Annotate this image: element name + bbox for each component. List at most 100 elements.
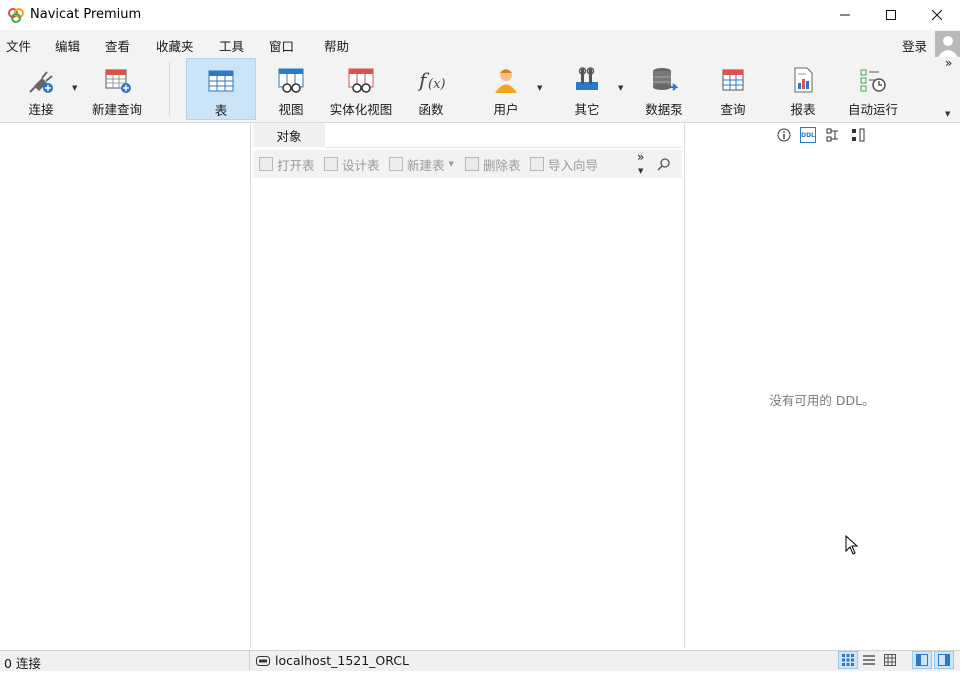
- object-toolbar-overflow-button[interactable]: »: [637, 150, 644, 164]
- status-bar: [0, 650, 960, 671]
- toolbar-connect-label: 连接: [28, 102, 54, 117]
- toolbar-function[interactable]: f (x) 函数: [406, 58, 456, 120]
- navicat-logo-icon: [8, 7, 24, 23]
- svg-text:(x): (x): [428, 77, 445, 92]
- mouse-pointer-icon: [845, 534, 859, 558]
- structure-icon[interactable]: [850, 127, 866, 143]
- info-icon[interactable]: [776, 127, 792, 143]
- toolbar-table-label: 表: [214, 103, 228, 118]
- new-table-icon: [389, 157, 403, 171]
- list-view-button[interactable]: [859, 651, 879, 669]
- toolbar-customize-caret-icon[interactable]: ▼: [945, 110, 950, 118]
- list-view-icon: [863, 655, 875, 665]
- delete-table-button[interactable]: 删除表: [465, 150, 521, 178]
- menu-tools[interactable]: 工具: [219, 36, 244, 55]
- toolbar-new-query-label: 新建查询: [91, 102, 142, 117]
- dependency-icon[interactable]: [825, 127, 841, 143]
- grid-view-button[interactable]: [838, 651, 858, 669]
- automation-icon: [857, 66, 889, 94]
- toolbar-materialized-view[interactable]: 实体化视图: [326, 58, 396, 120]
- toolbar-overflow-button[interactable]: »: [945, 56, 952, 70]
- delete-table-label: 删除表: [483, 157, 521, 173]
- user-dropdown-caret-icon[interactable]: ▼: [537, 84, 542, 92]
- tools-icon: [571, 66, 603, 94]
- toolbar-automation[interactable]: 自动运行: [843, 58, 903, 120]
- new-table-caret-icon[interactable]: ▼: [449, 160, 454, 168]
- datapump-icon: [648, 66, 680, 94]
- menu-file[interactable]: 文件: [6, 36, 31, 55]
- current-connection-label: localhost_1521_ORCL: [275, 653, 410, 668]
- login-link[interactable]: 登录: [902, 36, 927, 55]
- connection-tree-panel[interactable]: [0, 123, 251, 648]
- menu-edit[interactable]: 编辑: [55, 36, 80, 55]
- toolbar-function-label: 函数: [418, 102, 444, 117]
- close-icon: [931, 9, 943, 21]
- toolbar-table[interactable]: 表: [186, 58, 256, 120]
- right-pane-icon: [938, 654, 950, 666]
- minimize-icon: [840, 14, 850, 16]
- ddl-info-panel: [684, 123, 961, 648]
- materialized-view-icon: [345, 66, 377, 94]
- toolbar-others[interactable]: 其它: [562, 58, 612, 120]
- connection-count: 0 连接: [4, 656, 41, 671]
- toolbar-connect[interactable]: 连接: [14, 58, 68, 120]
- menu-favorites[interactable]: 收藏夹: [156, 36, 194, 55]
- user-icon: [490, 66, 522, 94]
- toolbar-report-label: 报表: [790, 102, 816, 117]
- maximize-icon: [886, 10, 896, 20]
- import-wizard-icon: [530, 157, 544, 171]
- toolbar-query[interactable]: 查询: [710, 58, 756, 120]
- toolbar-datapump[interactable]: 数据泵: [638, 58, 690, 120]
- menu-window[interactable]: 窗口: [269, 36, 294, 55]
- maximize-button[interactable]: [868, 0, 914, 30]
- close-button[interactable]: [914, 0, 960, 30]
- toolbar-view-label: 视图: [278, 102, 304, 117]
- report-icon: [787, 66, 819, 94]
- current-connection: localhost_1521_ORCL: [256, 653, 409, 668]
- toolbar-user[interactable]: 用户: [481, 58, 531, 120]
- ddl-tab-icon[interactable]: DDL: [800, 127, 816, 143]
- menu-view[interactable]: 查看: [105, 36, 130, 55]
- search-icon[interactable]: [657, 157, 671, 174]
- minimize-button[interactable]: [822, 0, 868, 30]
- toolbar-report[interactable]: 报表: [780, 58, 826, 120]
- window-edge: [960, 30, 968, 676]
- database-connection-icon: [256, 655, 270, 666]
- new-table-button[interactable]: 新建表 ▼: [389, 150, 454, 178]
- open-table-label: 打开表: [277, 157, 315, 173]
- connect-dropdown-caret-icon[interactable]: ▼: [72, 84, 77, 92]
- detail-view-button[interactable]: [880, 651, 900, 669]
- design-table-label: 设计表: [342, 157, 380, 173]
- toolbar-view[interactable]: 视图: [266, 58, 316, 120]
- new-table-label: 新建表: [407, 157, 445, 173]
- tab-objects[interactable]: 对象: [253, 123, 326, 147]
- open-table-icon: [259, 157, 273, 171]
- avatar[interactable]: [935, 31, 961, 57]
- toggle-right-pane-button[interactable]: [934, 651, 954, 669]
- object-list-panel[interactable]: [253, 123, 682, 648]
- view-icon: [275, 66, 307, 94]
- detail-view-icon: [884, 654, 896, 666]
- table-icon: [205, 67, 237, 95]
- app-title: Navicat Premium: [30, 7, 142, 22]
- others-dropdown-caret-icon[interactable]: ▼: [618, 84, 623, 92]
- grid-view-icon: [842, 654, 854, 666]
- toolbar-divider: [169, 62, 170, 116]
- toggle-left-pane-button[interactable]: [912, 651, 932, 669]
- tab-bar-empty-area: [325, 123, 682, 148]
- design-table-button[interactable]: 设计表: [324, 150, 380, 178]
- menu-help[interactable]: 帮助: [324, 36, 349, 55]
- status-divider: [249, 650, 250, 670]
- toolbar-new-query[interactable]: 新建查询: [86, 58, 148, 120]
- query-icon: [717, 66, 749, 94]
- toolbar-materialized-view-label: 实体化视图: [329, 102, 393, 117]
- plug-connection-icon: [25, 66, 57, 94]
- open-table-button[interactable]: 打开表: [259, 150, 315, 178]
- new-query-icon: [101, 66, 133, 94]
- left-pane-icon: [916, 654, 928, 666]
- user-avatar-icon: [938, 36, 958, 57]
- import-wizard-label: 导入向导: [548, 157, 599, 173]
- toolbar-datapump-label: 数据泵: [645, 102, 683, 117]
- import-wizard-button[interactable]: 导入向导: [530, 150, 598, 178]
- object-toolbar-caret-icon[interactable]: ▼: [638, 167, 643, 175]
